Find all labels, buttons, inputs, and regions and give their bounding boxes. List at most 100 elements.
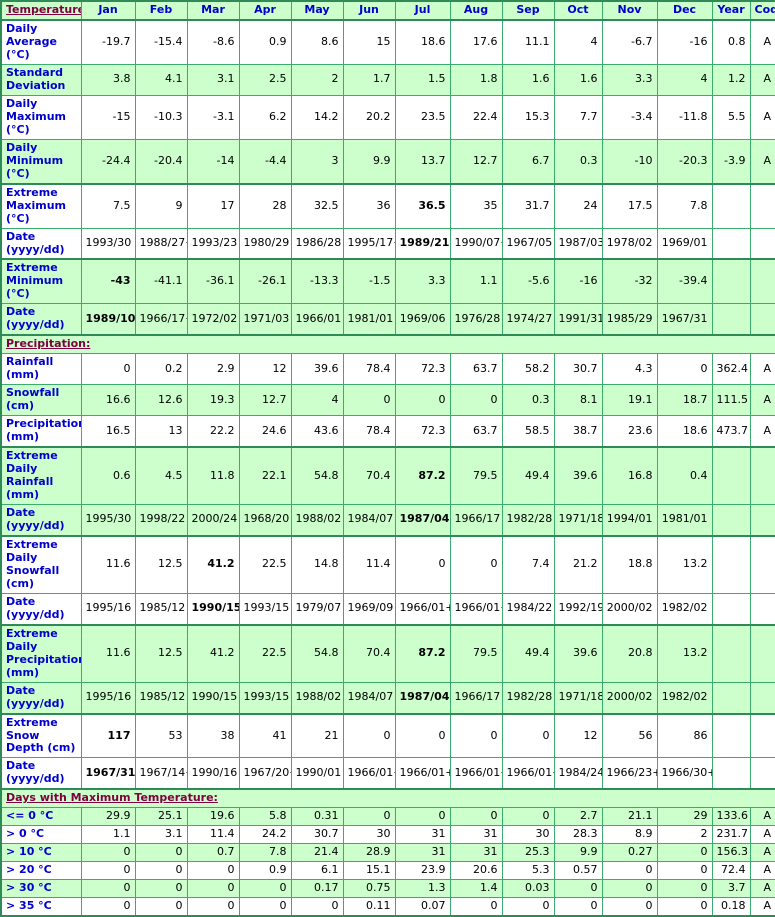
cell-date-yyyy-dd-code xyxy=(749,227,775,261)
column-header-year: Year xyxy=(711,0,751,21)
cell-precipitation-mm-may: 43.6 xyxy=(290,415,344,449)
cell-extreme-maximum-c-jan: 7.5 xyxy=(80,183,136,229)
row-label-date-yyyy-dd: Date (yyyy/dd) xyxy=(0,303,82,337)
table-row: > 20 °C 0 0 0 0.9 6.1 15.1 23.9 20.6 5.3 0.57 0 0 72.… xyxy=(0,861,775,881)
cell-30-c-mar: 0 xyxy=(186,879,240,899)
cell-daily-minimum-c-jul: 13.7 xyxy=(394,138,451,185)
cell-extreme-maximum-c-aug: 35 xyxy=(449,183,503,229)
column-header-oct: Oct xyxy=(553,0,603,21)
cell-10-c-jan: 0 xyxy=(80,843,136,863)
cell-extreme-daily-snowfall-cm-dec: 13.2 xyxy=(656,535,713,594)
cell-extreme-snow-depth-cm-oct: 12 xyxy=(553,713,603,759)
section-header-precipitation: Precipitation: xyxy=(0,334,775,355)
cell-standard-deviation-year: 1.2 xyxy=(711,63,751,96)
cell-extreme-daily-rainfall-mm-apr: 22.1 xyxy=(238,446,292,505)
cell-date-yyyy-dd-apr: 1967/20+ xyxy=(238,757,292,791)
cell-date-yyyy-dd-jun: 1966/01+ xyxy=(342,757,396,791)
cell-standard-deviation-jun: 1.7 xyxy=(342,63,396,96)
cell-extreme-maximum-c-year xyxy=(711,183,751,229)
row-label-extreme-daily-snowfall-cm: Extreme Daily Snowfall (cm) xyxy=(0,535,82,594)
cell-precipitation-mm-nov: 23.6 xyxy=(601,415,658,449)
cell-date-yyyy-dd-jan: 1995/16 xyxy=(80,681,136,715)
cell-30-c-jan: 0 xyxy=(80,879,136,899)
cell-extreme-daily-rainfall-mm-jan: 0.6 xyxy=(80,446,136,505)
cell-extreme-maximum-c-jun: 36 xyxy=(342,183,396,229)
cell-precipitation-mm-apr: 24.6 xyxy=(238,415,292,449)
table-row: > 10 °C 0 0 0.7 7.8 21.4 28.9 31 31 25.3 9.9 0.27 0 1… xyxy=(0,843,775,863)
cell-date-yyyy-dd-jan: 1995/30 xyxy=(80,503,136,537)
cell-date-yyyy-dd-jun: 1984/07 xyxy=(342,503,396,537)
cell-date-yyyy-dd-dec: 1967/31 xyxy=(656,303,713,337)
cell-date-yyyy-dd-dec: 1969/01 xyxy=(656,227,713,261)
cell-10-c-jul: 31 xyxy=(394,843,451,863)
cell-20-c-dec: 0 xyxy=(656,861,713,881)
cell-date-yyyy-dd-jun: 1995/17+ xyxy=(342,227,396,261)
cell-extreme-snow-depth-cm-year xyxy=(711,713,751,759)
cell-date-yyyy-dd-apr: 1993/15 xyxy=(238,592,292,626)
cell-rainfall-mm-sep: 58.2 xyxy=(501,353,555,386)
row-label-daily-average-c: Daily Average (°C) xyxy=(0,19,82,65)
cell-daily-average-c-jan: -19.7 xyxy=(80,19,136,65)
cell-date-yyyy-dd-nov: 1994/01 xyxy=(601,503,658,537)
cell-0-c-apr: 24.2 xyxy=(238,825,292,845)
cell-snowfall-cm-nov: 19.1 xyxy=(601,384,658,417)
cell-date-yyyy-dd-apr: 1968/20 xyxy=(238,503,292,537)
cell-daily-minimum-c-year: -3.9 xyxy=(711,138,751,185)
table-row: Date (yyyy/dd) 1995/30 1998/22 2000/24 1968/… xyxy=(0,503,775,537)
cell-extreme-snow-depth-cm-apr: 41 xyxy=(238,713,292,759)
cell-date-yyyy-dd-jun: 1981/01 xyxy=(342,303,396,337)
cell-snowfall-cm-jun: 0 xyxy=(342,384,396,417)
cell-daily-maximum-c-oct: 7.7 xyxy=(553,94,603,140)
cell-0-c-aug: 0 xyxy=(449,807,503,827)
cell-date-yyyy-dd-code xyxy=(749,592,775,626)
cell-extreme-snow-depth-cm-aug: 0 xyxy=(449,713,503,759)
cell-date-yyyy-dd-mar: 1990/15 xyxy=(186,592,240,626)
cell-snowfall-cm-jul: 0 xyxy=(394,384,451,417)
cell-date-yyyy-dd-dec: 1966/30+ xyxy=(656,757,713,791)
cell-20-c-year: 72.4 xyxy=(711,861,751,881)
table-row: Date (yyyy/dd) 1995/16 1985/12 1990/15 1993/… xyxy=(0,592,775,626)
column-header-code: Code xyxy=(749,0,775,21)
cell-daily-average-c-code: A xyxy=(749,19,775,65)
cell-date-yyyy-dd-sep: 1984/22 xyxy=(501,592,555,626)
row-label-35-c: > 35 °C xyxy=(0,897,82,917)
cell-date-yyyy-dd-sep: 1982/28 xyxy=(501,681,555,715)
cell-daily-maximum-c-nov: -3.4 xyxy=(601,94,658,140)
cell-30-c-may: 0.17 xyxy=(290,879,344,899)
cell-extreme-minimum-c-oct: -16 xyxy=(553,258,603,305)
table-row: Date (yyyy/dd)1989/101966/17+1972/021971… xyxy=(0,303,775,337)
cell-date-yyyy-dd-mar: 2000/24 xyxy=(186,503,240,537)
cell-extreme-daily-snowfall-cm-nov: 18.8 xyxy=(601,535,658,594)
cell-date-yyyy-dd-may: 1966/01 xyxy=(290,303,344,337)
cell-standard-deviation-mar: 3.1 xyxy=(186,63,240,96)
cell-date-yyyy-dd-oct: 1971/18 xyxy=(553,503,603,537)
table-row: Extreme Snow Depth (cm) 117 53 38 41 21 0 0 0 0 12… xyxy=(0,713,775,759)
cell-35-c-jul: 0.07 xyxy=(394,897,451,917)
cell-extreme-maximum-c-nov: 17.5 xyxy=(601,183,658,229)
cell-extreme-minimum-c-feb: -41.1 xyxy=(134,258,188,305)
cell-10-c-jun: 28.9 xyxy=(342,843,396,863)
cell-extreme-minimum-c-dec: -39.4 xyxy=(656,258,713,305)
cell-20-c-sep: 5.3 xyxy=(501,861,555,881)
cell-20-c-jul: 23.9 xyxy=(394,861,451,881)
cell-date-yyyy-dd-oct: 1992/19 xyxy=(553,592,603,626)
column-header-sep: Sep xyxy=(501,0,555,21)
cell-date-yyyy-dd-jan: 1967/31 xyxy=(80,757,136,791)
cell-daily-minimum-c-mar: -14 xyxy=(186,138,240,185)
cell-extreme-snow-depth-cm-code xyxy=(749,713,775,759)
cell-precipitation-mm-oct: 38.7 xyxy=(553,415,603,449)
cell-date-yyyy-dd-jun: 1984/07 xyxy=(342,681,396,715)
cell-20-c-code: A xyxy=(749,861,775,881)
cell-30-c-feb: 0 xyxy=(134,879,188,899)
row-label-0-c: > 0 °C xyxy=(0,825,82,845)
cell-0-c-year: 133.6 xyxy=(711,807,751,827)
cell-precipitation-mm-dec: 18.6 xyxy=(656,415,713,449)
table-row: Extreme Daily Rainfall (mm) 0.6 4.5 11.8 22.… xyxy=(0,446,775,505)
cell-daily-maximum-c-jul: 23.5 xyxy=(394,94,451,140)
row-label-rainfall-mm: Rainfall (mm) xyxy=(0,353,82,386)
cell-date-yyyy-dd-oct: 1984/24 xyxy=(553,757,603,791)
cell-extreme-minimum-c-jun: -1.5 xyxy=(342,258,396,305)
cell-extreme-daily-snowfall-cm-may: 14.8 xyxy=(290,535,344,594)
cell-date-yyyy-dd-feb: 1988/27+ xyxy=(134,227,188,261)
cell-daily-maximum-c-mar: -3.1 xyxy=(186,94,240,140)
